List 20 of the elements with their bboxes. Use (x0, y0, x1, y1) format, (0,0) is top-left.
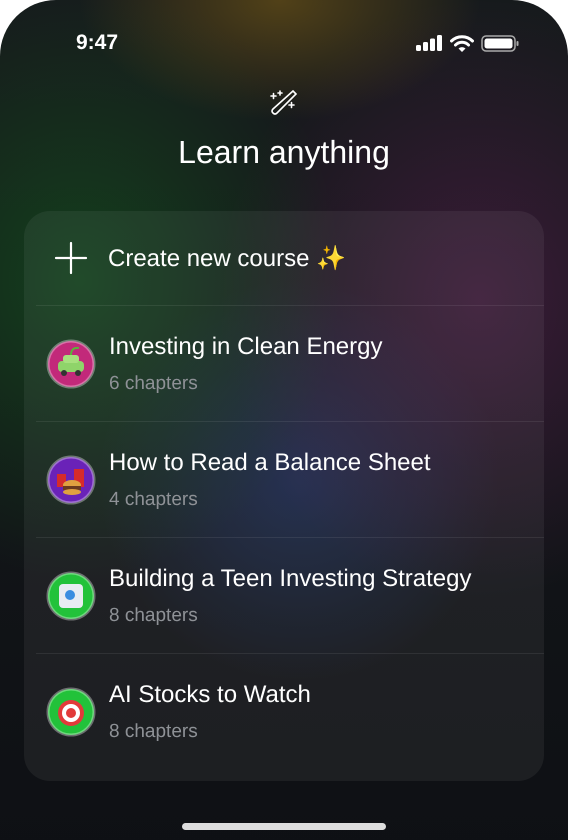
plus-icon (54, 241, 88, 276)
page-title: Learn anything (178, 134, 390, 171)
course-title: AI Stocks to Watch (109, 680, 311, 709)
chapter-count: 4 chapters (109, 488, 199, 511)
course-title: Investing in Clean Energy (109, 332, 382, 361)
course-title: Building a Teen Investing Strategy (109, 564, 472, 593)
battery-icon (481, 34, 520, 52)
status-time: 9:47 (76, 31, 118, 55)
signal-icon (416, 35, 443, 51)
course-item[interactable]: AI Stocks to Watch 8 chapters (36, 653, 544, 769)
course-item[interactable]: Investing in Clean Energy 6 chapters (36, 305, 544, 422)
chapter-count: 6 chapters (109, 372, 199, 395)
course-item[interactable]: Building a Teen Investing Strategy 8 chapters (36, 537, 544, 654)
chapter-count: 8 chapters (109, 720, 199, 743)
magic-wand-icon (269, 88, 299, 116)
course-title: How to Read a Balance Sheet (109, 448, 431, 477)
create-course-item[interactable]: Create new course ✨ (36, 211, 544, 306)
wifi-icon (450, 34, 474, 52)
chapter-count: 8 chapters (109, 604, 199, 627)
course-item[interactable]: How to Read a Balance Sheet 4 chapters (36, 421, 544, 538)
